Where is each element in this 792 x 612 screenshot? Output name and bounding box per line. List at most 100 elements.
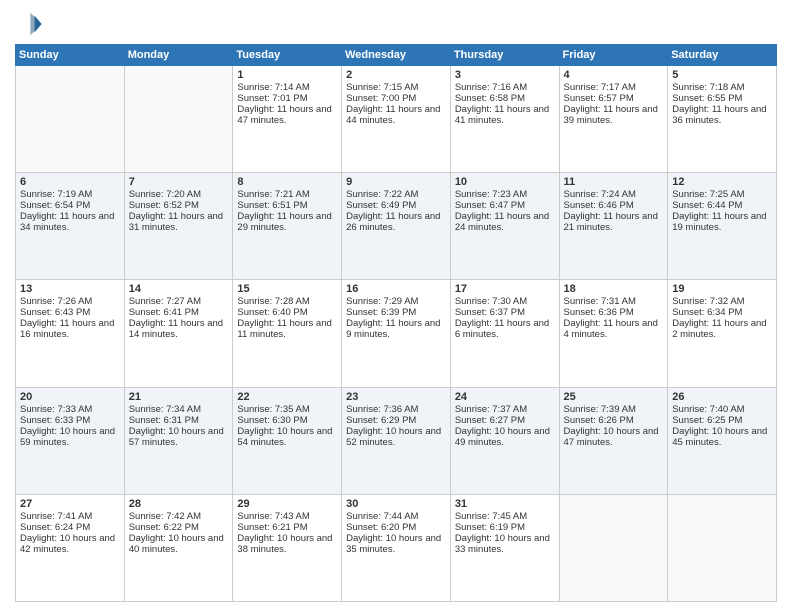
sunrise-text: Sunrise: 7:25 AM <box>672 189 772 200</box>
sunset-text: Sunset: 6:29 PM <box>346 415 446 426</box>
day-number: 8 <box>237 176 337 188</box>
daylight-text: Daylight: 11 hours and 34 minutes. <box>20 211 120 233</box>
day-number: 20 <box>20 391 120 403</box>
header <box>15 10 777 38</box>
sunset-text: Sunset: 6:40 PM <box>237 307 337 318</box>
daylight-text: Daylight: 10 hours and 33 minutes. <box>455 533 555 555</box>
sunset-text: Sunset: 6:46 PM <box>564 200 664 211</box>
calendar-cell: 15Sunrise: 7:28 AMSunset: 6:40 PMDayligh… <box>233 280 342 387</box>
sunrise-text: Sunrise: 7:33 AM <box>20 404 120 415</box>
day-number: 7 <box>129 176 229 188</box>
daylight-text: Daylight: 10 hours and 52 minutes. <box>346 426 446 448</box>
weekday-header-thursday: Thursday <box>450 45 559 66</box>
day-number: 17 <box>455 283 555 295</box>
sunset-text: Sunset: 6:30 PM <box>237 415 337 426</box>
sunrise-text: Sunrise: 7:20 AM <box>129 189 229 200</box>
day-number: 13 <box>20 283 120 295</box>
daylight-text: Daylight: 11 hours and 9 minutes. <box>346 318 446 340</box>
calendar-cell: 16Sunrise: 7:29 AMSunset: 6:39 PMDayligh… <box>342 280 451 387</box>
calendar-cell: 29Sunrise: 7:43 AMSunset: 6:21 PMDayligh… <box>233 494 342 601</box>
calendar-cell: 21Sunrise: 7:34 AMSunset: 6:31 PMDayligh… <box>124 387 233 494</box>
sunset-text: Sunset: 6:44 PM <box>672 200 772 211</box>
sunrise-text: Sunrise: 7:32 AM <box>672 296 772 307</box>
daylight-text: Daylight: 11 hours and 16 minutes. <box>20 318 120 340</box>
calendar-cell: 12Sunrise: 7:25 AMSunset: 6:44 PMDayligh… <box>668 173 777 280</box>
sunset-text: Sunset: 6:24 PM <box>20 522 120 533</box>
calendar-cell: 9Sunrise: 7:22 AMSunset: 6:49 PMDaylight… <box>342 173 451 280</box>
sunset-text: Sunset: 6:25 PM <box>672 415 772 426</box>
sunset-text: Sunset: 6:26 PM <box>564 415 664 426</box>
sunrise-text: Sunrise: 7:37 AM <box>455 404 555 415</box>
daylight-text: Daylight: 11 hours and 39 minutes. <box>564 104 664 126</box>
sunrise-text: Sunrise: 7:17 AM <box>564 82 664 93</box>
day-number: 23 <box>346 391 446 403</box>
calendar-cell <box>124 66 233 173</box>
day-number: 19 <box>672 283 772 295</box>
day-number: 15 <box>237 283 337 295</box>
day-number: 3 <box>455 69 555 81</box>
sunset-text: Sunset: 6:47 PM <box>455 200 555 211</box>
sunrise-text: Sunrise: 7:44 AM <box>346 511 446 522</box>
daylight-text: Daylight: 10 hours and 38 minutes. <box>237 533 337 555</box>
sunrise-text: Sunrise: 7:26 AM <box>20 296 120 307</box>
calendar-cell: 18Sunrise: 7:31 AMSunset: 6:36 PMDayligh… <box>559 280 668 387</box>
day-number: 6 <box>20 176 120 188</box>
daylight-text: Daylight: 11 hours and 41 minutes. <box>455 104 555 126</box>
sunrise-text: Sunrise: 7:39 AM <box>564 404 664 415</box>
sunset-text: Sunset: 6:31 PM <box>129 415 229 426</box>
sunset-text: Sunset: 6:34 PM <box>672 307 772 318</box>
sunset-text: Sunset: 6:33 PM <box>20 415 120 426</box>
weekday-header-tuesday: Tuesday <box>233 45 342 66</box>
calendar-cell: 26Sunrise: 7:40 AMSunset: 6:25 PMDayligh… <box>668 387 777 494</box>
sunrise-text: Sunrise: 7:41 AM <box>20 511 120 522</box>
sunrise-text: Sunrise: 7:16 AM <box>455 82 555 93</box>
calendar-cell: 23Sunrise: 7:36 AMSunset: 6:29 PMDayligh… <box>342 387 451 494</box>
day-number: 18 <box>564 283 664 295</box>
calendar-cell <box>559 494 668 601</box>
sunrise-text: Sunrise: 7:31 AM <box>564 296 664 307</box>
sunset-text: Sunset: 6:27 PM <box>455 415 555 426</box>
week-row-2: 6Sunrise: 7:19 AMSunset: 6:54 PMDaylight… <box>16 173 777 280</box>
sunrise-text: Sunrise: 7:27 AM <box>129 296 229 307</box>
logo <box>15 10 47 38</box>
sunrise-text: Sunrise: 7:21 AM <box>237 189 337 200</box>
sunrise-text: Sunrise: 7:22 AM <box>346 189 446 200</box>
day-number: 27 <box>20 498 120 510</box>
sunrise-text: Sunrise: 7:35 AM <box>237 404 337 415</box>
sunrise-text: Sunrise: 7:19 AM <box>20 189 120 200</box>
calendar-cell: 2Sunrise: 7:15 AMSunset: 7:00 PMDaylight… <box>342 66 451 173</box>
weekday-header-sunday: Sunday <box>16 45 125 66</box>
daylight-text: Daylight: 10 hours and 42 minutes. <box>20 533 120 555</box>
calendar-cell: 24Sunrise: 7:37 AMSunset: 6:27 PMDayligh… <box>450 387 559 494</box>
day-number: 30 <box>346 498 446 510</box>
sunset-text: Sunset: 6:54 PM <box>20 200 120 211</box>
sunset-text: Sunset: 7:00 PM <box>346 93 446 104</box>
calendar-cell: 8Sunrise: 7:21 AMSunset: 6:51 PMDaylight… <box>233 173 342 280</box>
logo-icon <box>15 10 43 38</box>
sunrise-text: Sunrise: 7:15 AM <box>346 82 446 93</box>
sunset-text: Sunset: 6:43 PM <box>20 307 120 318</box>
calendar-cell: 5Sunrise: 7:18 AMSunset: 6:55 PMDaylight… <box>668 66 777 173</box>
daylight-text: Daylight: 10 hours and 54 minutes. <box>237 426 337 448</box>
page: SundayMondayTuesdayWednesdayThursdayFrid… <box>0 0 792 612</box>
calendar-cell: 28Sunrise: 7:42 AMSunset: 6:22 PMDayligh… <box>124 494 233 601</box>
sunrise-text: Sunrise: 7:14 AM <box>237 82 337 93</box>
sunrise-text: Sunrise: 7:30 AM <box>455 296 555 307</box>
day-number: 22 <box>237 391 337 403</box>
calendar-cell: 13Sunrise: 7:26 AMSunset: 6:43 PMDayligh… <box>16 280 125 387</box>
calendar-cell: 20Sunrise: 7:33 AMSunset: 6:33 PMDayligh… <box>16 387 125 494</box>
calendar-cell: 14Sunrise: 7:27 AMSunset: 6:41 PMDayligh… <box>124 280 233 387</box>
day-number: 2 <box>346 69 446 81</box>
weekday-header-friday: Friday <box>559 45 668 66</box>
calendar-cell: 1Sunrise: 7:14 AMSunset: 7:01 PMDaylight… <box>233 66 342 173</box>
weekday-header-saturday: Saturday <box>668 45 777 66</box>
calendar-cell: 6Sunrise: 7:19 AMSunset: 6:54 PMDaylight… <box>16 173 125 280</box>
daylight-text: Daylight: 11 hours and 44 minutes. <box>346 104 446 126</box>
sunset-text: Sunset: 6:37 PM <box>455 307 555 318</box>
weekday-header-row: SundayMondayTuesdayWednesdayThursdayFrid… <box>16 45 777 66</box>
calendar-cell: 25Sunrise: 7:39 AMSunset: 6:26 PMDayligh… <box>559 387 668 494</box>
day-number: 25 <box>564 391 664 403</box>
calendar-cell: 19Sunrise: 7:32 AMSunset: 6:34 PMDayligh… <box>668 280 777 387</box>
sunrise-text: Sunrise: 7:36 AM <box>346 404 446 415</box>
weekday-header-monday: Monday <box>124 45 233 66</box>
